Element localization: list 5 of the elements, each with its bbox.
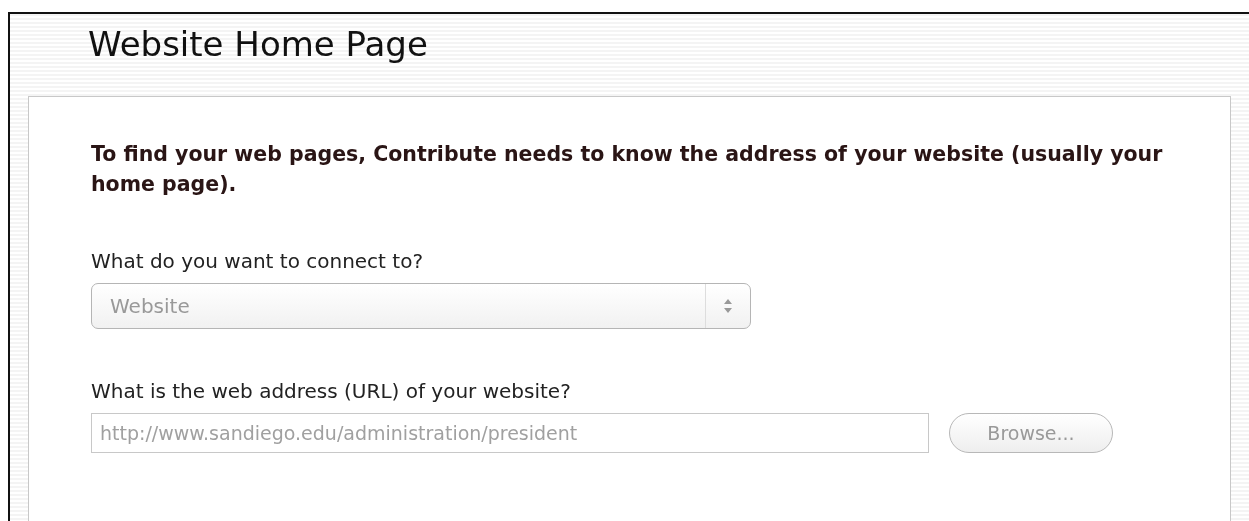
intro-text: To find your web pages, Contribute needs to know the address of your website (usually your home page).	[91, 141, 1164, 198]
stepper-arrows-icon	[723, 298, 733, 314]
page-title: Website Home Page	[88, 23, 429, 66]
address-label: What is the web address (URL) of your website?	[91, 379, 572, 403]
connection-label: What do you want to connect to?	[91, 249, 424, 273]
